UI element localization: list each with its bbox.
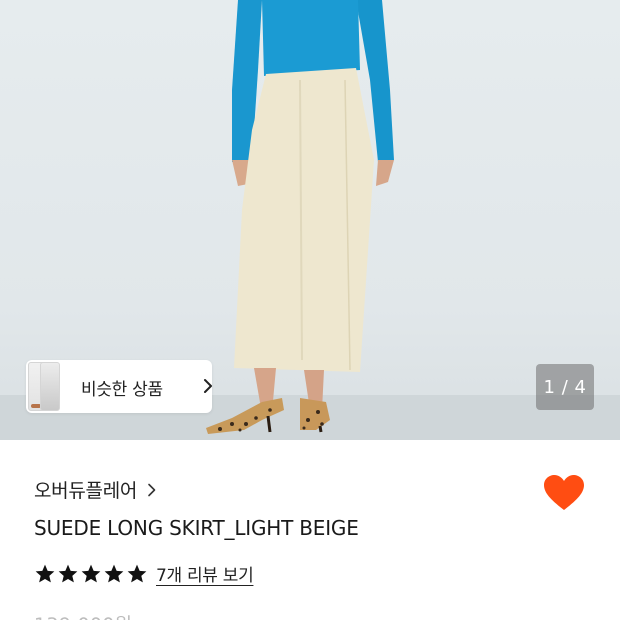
- similar-products-label: 비슷한 상품: [81, 380, 163, 400]
- star-icon: [127, 564, 147, 582]
- product-title: SUEDE LONG SKIRT_LIGHT BEIGE: [34, 516, 359, 540]
- chevron-right-icon: [148, 483, 156, 496]
- rating-stars: [34, 563, 148, 585]
- image-page-counter: 1 / 4: [536, 364, 594, 410]
- brand-name: 오버듀플레어: [34, 480, 138, 502]
- similar-product-thumbnail: [40, 362, 60, 411]
- product-price: 139,000원: [34, 610, 132, 620]
- star-icon: [58, 564, 78, 582]
- brand-link[interactable]: 오버듀플레어: [34, 476, 157, 503]
- product-image-gallery[interactable]: 비슷한 상품 1 / 4: [0, 0, 620, 440]
- chevron-right-icon: [204, 379, 212, 393]
- heart-icon[interactable]: [543, 474, 585, 512]
- star-icon: [104, 564, 124, 582]
- similar-products-thumbnails: [26, 360, 62, 413]
- star-icon: [35, 564, 55, 582]
- view-reviews-link[interactable]: 7개 리뷰 보기: [156, 561, 254, 586]
- rating-row: 7개 리뷰 보기: [34, 561, 254, 586]
- star-icon: [81, 564, 101, 582]
- similar-products-button[interactable]: 비슷한 상품: [26, 360, 212, 413]
